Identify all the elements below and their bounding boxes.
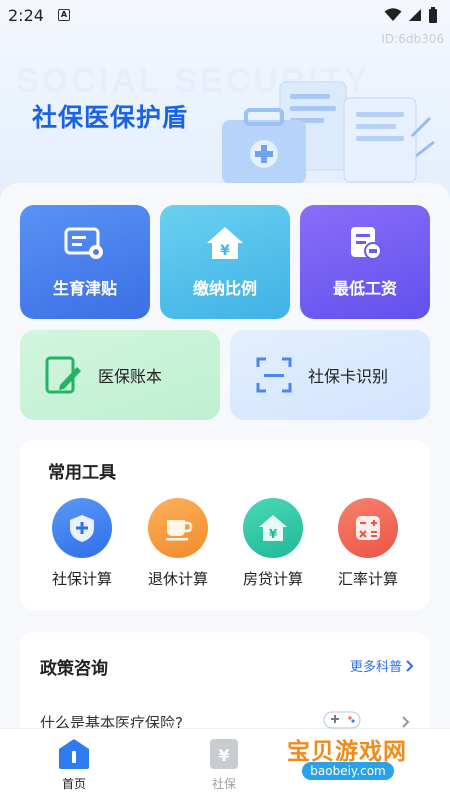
chevron-right-icon (406, 659, 414, 672)
site-watermark-text: 宝贝游戏网 (287, 739, 407, 765)
house-yuan-icon: ¥ (243, 498, 303, 558)
status-time: 2:24 (8, 5, 44, 25)
common-tools-card: 常用工具 社保计算 退休计算 ¥ 房贷计算 汇率计算 (20, 440, 430, 610)
maternity-allowance-tile[interactable]: 生育津贴 (20, 205, 150, 319)
signal-icon (409, 9, 421, 21)
social-card-scan-label: 社保卡识别 (308, 367, 389, 386)
battery-icon (429, 7, 437, 23)
svg-text:¥: ¥ (218, 746, 229, 765)
tab-social-security[interactable]: ¥ 社保 (194, 737, 254, 792)
calculator-icon (338, 498, 398, 558)
yuan-card-icon: ¥ (210, 739, 238, 769)
coffee-cup-icon (148, 498, 208, 558)
social-card-scan-tile[interactable]: 社保卡识别 (230, 330, 430, 420)
notification-icon: A (57, 9, 70, 21)
house-yuan-icon: ¥ (207, 227, 243, 259)
retirement-calc-label: 退休计算 (147, 570, 208, 588)
app-id-label: ID:6db306 (381, 32, 444, 46)
retirement-calc-tool[interactable]: 退休计算 (133, 498, 223, 589)
tab-social-security-label: 社保 (211, 777, 236, 791)
tab-home[interactable]: 首页 (44, 737, 104, 792)
social-security-calc-label: 社保计算 (51, 570, 112, 588)
contribution-ratio-label: 缴纳比例 (192, 279, 257, 298)
id-card-gear-icon (64, 227, 103, 259)
home-icon (59, 739, 89, 769)
medical-ledger-tile[interactable]: 医保账本 (20, 330, 220, 420)
more-science-link[interactable]: 更多科普 (350, 656, 414, 675)
shield-plus-icon (52, 498, 112, 558)
minimum-wage-tile[interactable]: 最低工资 (300, 205, 430, 319)
mortgage-calc-tool[interactable]: ¥ 房贷计算 (228, 498, 318, 589)
status-bar: 2:24 A (0, 0, 450, 30)
scan-frame-icon (256, 357, 292, 393)
maternity-allowance-label: 生育津贴 (52, 279, 117, 298)
policy-title: 政策咨询 (40, 659, 108, 679)
social-security-calc-tool[interactable]: 社保计算 (37, 498, 127, 589)
site-watermark-logo: 宝贝游戏网 baobeiy.com (272, 706, 422, 788)
tab-home-label: 首页 (61, 777, 86, 791)
more-science-label: 更多科普 (349, 660, 402, 675)
page-title: 社保医保护盾 (32, 103, 189, 132)
medical-ledger-label: 医保账本 (98, 367, 163, 386)
svg-text:¥: ¥ (220, 243, 230, 259)
medical-kit-illustration (222, 81, 435, 184)
exchange-rate-calc-label: 汇率计算 (337, 570, 398, 588)
contribution-ratio-tile[interactable]: ¥ 缴纳比例 (160, 205, 290, 319)
edit-document-icon (45, 356, 81, 394)
minimum-wage-label: 最低工资 (332, 279, 397, 298)
exchange-rate-calc-tool[interactable]: 汇率计算 (323, 498, 413, 589)
wifi-icon (384, 8, 402, 21)
document-money-icon (351, 227, 382, 260)
svg-text:¥: ¥ (269, 527, 278, 541)
site-watermark-url: baobeiy.com (302, 762, 394, 780)
gamepad-icon (323, 711, 361, 729)
mortgage-calc-label: 房贷计算 (242, 570, 303, 588)
common-tools-title: 常用工具 (48, 463, 116, 483)
